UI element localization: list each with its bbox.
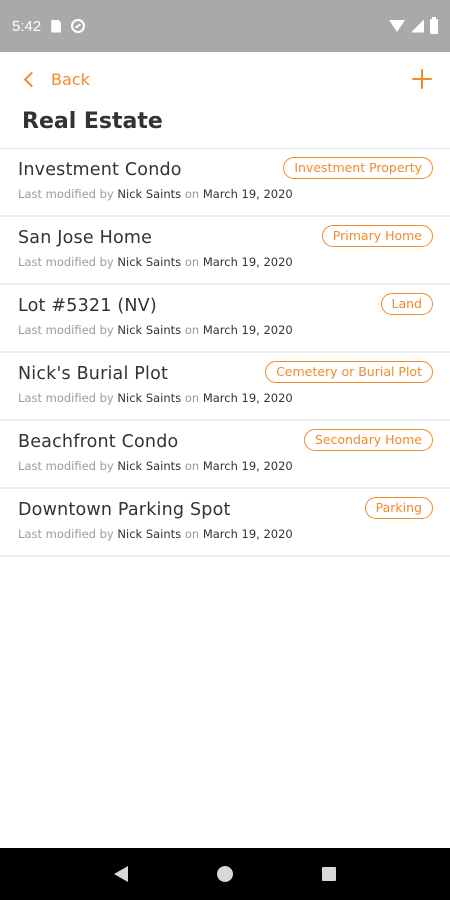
- item-meta: Last modified by Nick Saints on March 19…: [18, 187, 433, 201]
- chevron-left-icon: [23, 71, 40, 87]
- item-name: Investment Condo: [18, 160, 182, 180]
- meta-date: March 19, 2020: [202, 527, 293, 541]
- item-top: Beachfront Condo Secondary Home: [18, 429, 433, 452]
- battery-icon: [430, 16, 438, 34]
- sim-card-icon: [51, 19, 62, 33]
- item-name: San Jose Home: [18, 228, 153, 248]
- back-triangle-icon[interactable]: [114, 866, 129, 882]
- home-circle-icon[interactable]: [216, 866, 233, 882]
- item-meta: Last modified by Nick Saints on March 19…: [18, 527, 433, 541]
- meta-author: Nick Saints: [117, 187, 182, 201]
- list-item[interactable]: Nick's Burial Plot Cemetery or Burial Plo…: [0, 353, 450, 421]
- data-saver-icon: [71, 19, 86, 33]
- recents-square-icon[interactable]: [321, 867, 336, 881]
- list-item[interactable]: San Jose Home Primary Home Last modified b…: [0, 217, 450, 285]
- meta-prefix: Last modified by: [18, 527, 114, 541]
- meta-date: March 19, 2020: [202, 323, 293, 337]
- meta-mid: on: [184, 323, 200, 337]
- header: Back Real Estate: [0, 52, 450, 144]
- category-tag: Primary Home: [321, 225, 433, 247]
- meta-mid: on: [184, 459, 200, 473]
- item-name: Downtown Parking Spot: [18, 500, 231, 520]
- meta-date: March 19, 2020: [202, 391, 293, 405]
- meta-author: Nick Saints: [117, 255, 182, 269]
- meta-date: March 19, 2020: [202, 459, 293, 473]
- system-nav-bar: [0, 848, 450, 900]
- item-top: Lot #5321 (NV) Land: [18, 293, 433, 316]
- meta-prefix: Last modified by: [18, 459, 114, 473]
- list-item[interactable]: Lot #5321 (NV) Land Last modified by Nick …: [0, 285, 450, 353]
- list-item[interactable]: Downtown Parking Spot Parking Last modifie…: [0, 489, 450, 557]
- meta-date: March 19, 2020: [202, 255, 293, 269]
- status-time: 5:42: [12, 17, 42, 35]
- category-tag: Investment Property: [283, 157, 433, 179]
- list-item[interactable]: Beachfront Condo Secondary Home Last modif…: [0, 421, 450, 489]
- meta-prefix: Last modified by: [18, 391, 114, 405]
- real-estate-list: Investment Condo Investment Property Last …: [0, 148, 450, 557]
- meta-author: Nick Saints: [117, 323, 182, 337]
- wifi-icon: [389, 20, 405, 32]
- meta-mid: on: [184, 255, 200, 269]
- category-tag: Land: [380, 293, 433, 315]
- category-tag: Parking: [364, 497, 433, 519]
- item-name: Nick's Burial Plot: [18, 364, 169, 384]
- meta-mid: on: [184, 391, 200, 405]
- item-top: Nick's Burial Plot Cemetery or Burial Plo…: [18, 361, 433, 384]
- item-meta: Last modified by Nick Saints on March 19…: [18, 459, 433, 473]
- meta-date: March 19, 2020: [202, 187, 293, 201]
- status-right: [389, 16, 438, 34]
- item-top: Investment Condo Investment Property: [18, 157, 433, 180]
- meta-prefix: Last modified by: [18, 323, 114, 337]
- list-item[interactable]: Investment Condo Investment Property Last …: [0, 149, 450, 217]
- status-left: 5:42: [12, 17, 86, 35]
- item-top: Downtown Parking Spot Parking: [18, 497, 433, 520]
- meta-author: Nick Saints: [117, 527, 182, 541]
- meta-mid: on: [184, 187, 200, 201]
- status-bar: 5:42: [0, 0, 450, 52]
- page-title: Real Estate: [22, 109, 163, 134]
- item-meta: Last modified by Nick Saints on March 19…: [18, 255, 433, 269]
- category-tag: Secondary Home: [303, 429, 433, 451]
- category-tag: Cemetery or Burial Plot: [265, 361, 433, 383]
- item-meta: Last modified by Nick Saints on March 19…: [18, 323, 433, 337]
- item-top: San Jose Home Primary Home: [18, 225, 433, 248]
- meta-author: Nick Saints: [117, 391, 182, 405]
- back-label: Back: [51, 69, 90, 89]
- signal-icon: [411, 19, 424, 33]
- item-name: Lot #5321 (NV): [18, 296, 157, 316]
- add-button[interactable]: [412, 69, 432, 89]
- meta-mid: on: [184, 527, 200, 541]
- header-toolbar: Back: [22, 52, 432, 106]
- meta-author: Nick Saints: [117, 459, 182, 473]
- item-meta: Last modified by Nick Saints on March 19…: [18, 391, 433, 405]
- meta-prefix: Last modified by: [18, 187, 114, 201]
- meta-prefix: Last modified by: [18, 255, 114, 269]
- back-button[interactable]: Back: [22, 70, 90, 89]
- item-name: Beachfront Condo: [18, 432, 179, 452]
